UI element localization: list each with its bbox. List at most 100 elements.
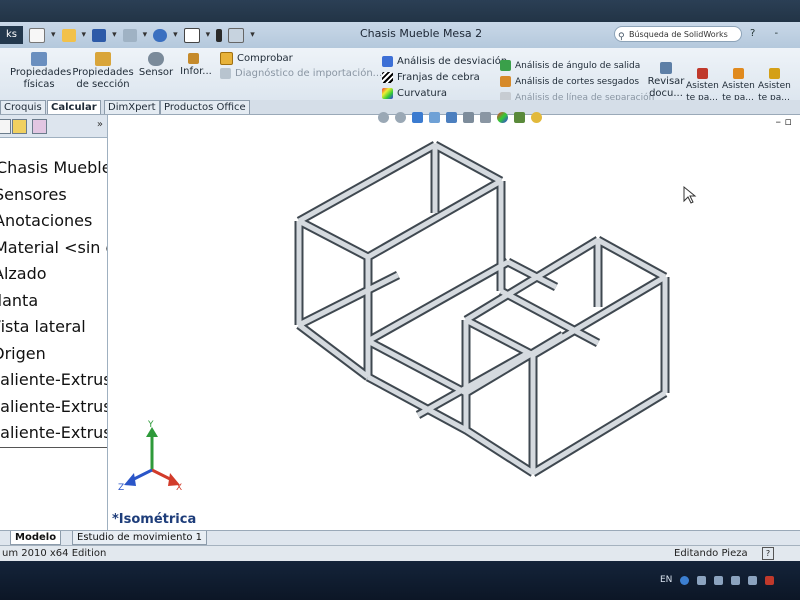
tab-estudio-movimiento[interactable]: Estudio de movimiento 1 [72,531,208,545]
alert-icon[interactable] [765,575,775,585]
network-icon[interactable] [697,575,707,585]
zebra-stripes-button[interactable]: Franjas de cebra [382,72,480,83]
new-document-icon[interactable] [29,27,46,43]
save-icon[interactable] [92,28,107,42]
curvature-label: Curvatura [397,88,447,99]
sensor-icon [148,52,164,66]
tree-item-part[interactable]: Chasis Mueble Mesa 2 [0,155,107,182]
status-edition: um 2010 x64 Edition [2,548,107,559]
review-document-button[interactable]: Revisar docu... [646,62,686,100]
undercut-label: Análisis de cortes sesgados [515,76,640,87]
triad-y-label: Y [147,420,154,430]
triad-z-arrow [124,473,136,486]
sensor-button[interactable]: Sensor [138,52,174,79]
assistant-icon [732,68,744,79]
info-button[interactable]: Infor... [176,66,216,78]
flag-icon[interactable] [731,575,741,585]
chevron-right-icon[interactable]: » [97,119,103,130]
tree-item-extrude-2[interactable]: Saliente-Extrusión2 [0,394,107,421]
desktop: ks ▾ ▾ ▾ ▾ ▾ ▾ ▾ Chasis Mueble Mesa 2 ⚲ … [0,0,800,600]
assistant-button-3[interactable]: Asisten te pa... [758,68,791,104]
feature-tree-icon[interactable] [0,119,11,134]
curvature-icon [382,88,393,99]
help-icon[interactable]: ? [762,547,774,560]
info-label: Infor... [180,66,212,77]
info-icon-wrap [188,53,199,64]
import-diagnostic-button[interactable]: Diagnóstico de importación... [220,68,382,79]
import-diagnostic-label: Diagnóstico de importación... [235,68,383,79]
feature-tree: Chasis Mueble Mesa 2 Sensores Anotacione… [0,155,107,448]
import-diagnostic-icon [220,68,231,79]
system-tray: EN [660,575,775,585]
check-label: Comprobar [237,53,293,64]
tree-item-top-plane[interactable]: Planta [0,288,107,315]
bottom-tabs: Modelo Estudio de movimiento 1 [0,530,800,545]
graphics-area[interactable]: – ▫ Y X Z *Isométrica [108,111,800,530]
zebra-label: Franjas de cebra [397,72,480,83]
search-placeholder: Búsqueda de SolidWorks [629,30,728,39]
tree-item-origin[interactable]: Origen [0,341,107,368]
tab-productos-office[interactable]: Productos Office [160,100,250,114]
mass-properties-label: Propiedades físicas [10,67,72,90]
deviation-analysis-button[interactable]: Análisis de desviación [382,56,507,67]
tree-item-extrude-1[interactable]: Saliente-Extrusión1 [0,367,107,394]
assistant-button-1[interactable]: Asisten te pa... [686,68,719,104]
language-indicator[interactable]: EN [660,575,672,585]
triad-z-label: Z [118,483,124,493]
mass-properties-icon [31,52,47,66]
assistant-icon [768,68,780,79]
volume-icon[interactable] [714,575,724,585]
undercut-analysis-button[interactable]: Análisis de cortes sesgados [500,76,639,87]
tab-dimxpert[interactable]: DimXpert [104,100,160,114]
title-bar: ks ▾ ▾ ▾ ▾ ▾ ▾ ▾ Chasis Mueble Mesa 2 ⚲ … [0,22,800,49]
search-icon: ⚲ [618,32,625,42]
view-orientation-label: *Isométrica [112,512,197,527]
tab-modelo[interactable]: Modelo [10,531,62,545]
tree-item-extrude-3[interactable]: Saliente-Extrusión3 [0,420,107,448]
section-properties-button[interactable]: Propiedades de sección [72,52,134,91]
draft-label: Análisis de ángulo de salida [515,60,641,71]
options-icon[interactable] [228,27,245,43]
tab-calcular[interactable]: Calcular [47,100,101,114]
sensor-label: Sensor [138,67,174,78]
select-cursor-icon[interactable] [183,27,200,43]
info-icon [188,53,199,64]
rebuild-icon[interactable] [216,28,223,42]
tree-item-front-plane[interactable]: Alzado [0,261,107,288]
quick-access-toolbar: ks ▾ ▾ ▾ ▾ ▾ ▾ ▾ [0,22,255,48]
review-icon [660,62,672,74]
tree-item-sensors[interactable]: Sensores [0,182,107,209]
feature-manager-toolbar: » [0,115,107,138]
isometric-model[interactable]: Y X Z [108,115,800,530]
tree-item-annotations[interactable]: Anotaciones [0,208,107,235]
triad-x-label: X [176,483,182,493]
check-button[interactable]: Comprobar [220,52,293,65]
assistant-button-2[interactable]: Asisten te pa... [722,68,755,104]
section-properties-icon [95,52,111,66]
open-folder-icon[interactable] [61,28,76,42]
feature-manager-panel: » Chasis Mueble Mesa 2 Sensores Anotacio… [0,115,108,530]
print-icon[interactable] [122,28,137,42]
property-manager-icon[interactable] [12,119,27,134]
battery-icon[interactable] [748,575,758,585]
app-menu-button[interactable]: ks [0,26,24,44]
reference-triad: Y X Z [118,420,182,493]
tree-item-material[interactable]: Material <sin especificar> [0,235,107,262]
tab-croquis[interactable]: Croquis [0,100,46,114]
ribbon-calcular: Propiedades físicas Propiedades de secci… [0,48,800,104]
undo-icon[interactable] [153,28,168,42]
mass-properties-button[interactable]: Propiedades físicas [10,52,72,91]
draft-analysis-button[interactable]: Análisis de ángulo de salida [500,60,640,71]
curvature-button[interactable]: Curvatura [382,88,447,99]
search-input[interactable]: ⚲ Búsqueda de SolidWorks [614,26,742,42]
review-label: Revisar docu... [647,76,685,99]
window-controls[interactable]: ? - [750,28,786,39]
help-tray-icon[interactable] [680,575,690,585]
deviation-label: Análisis de desviación [397,56,508,67]
tree-item-right-plane[interactable]: Vista lateral [0,314,107,341]
mouse-cursor-icon [683,185,697,204]
assistant-icon [696,68,708,79]
undercut-icon [500,76,511,87]
configuration-icon[interactable] [32,119,47,134]
window-title: Chasis Mueble Mesa 2 [360,27,483,40]
